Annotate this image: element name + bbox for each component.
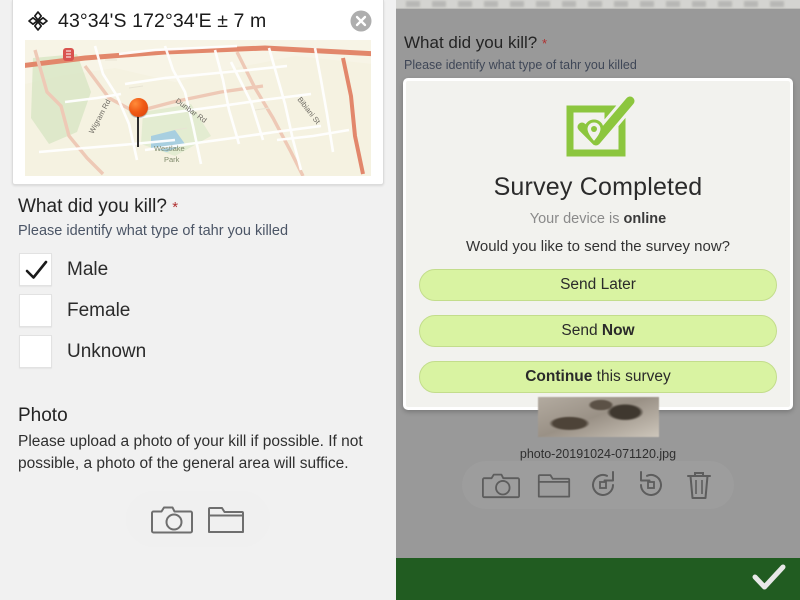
option-female[interactable]: Female [19, 290, 396, 331]
photo-thumbnail[interactable] [537, 397, 659, 437]
checkbox-unknown[interactable] [19, 335, 52, 368]
photo-attachment: photo-20191024-071120.jpg [396, 397, 800, 461]
checkbox-male[interactable] [19, 253, 52, 286]
send-now-label: Send [561, 322, 602, 339]
confirm-bottom-bar [396, 558, 800, 600]
camera-icon[interactable] [151, 503, 193, 535]
photo-section: Photo Please upload a photo of your kill… [0, 405, 396, 547]
send-later-button[interactable]: Send Later [419, 269, 777, 301]
option-unknown[interactable]: Unknown [19, 331, 396, 372]
delete-photo-button[interactable] [684, 469, 714, 501]
cutoff-top-row [396, 0, 800, 9]
checkmark-icon[interactable] [752, 563, 786, 596]
photo-filename: photo-20191024-071120.jpg [519, 447, 677, 461]
continue-survey-button[interactable]: Continue this survey [419, 361, 777, 393]
send-now-button[interactable]: Send Now [419, 315, 777, 347]
dialog-heading: Survey Completed [493, 173, 703, 201]
dialog-actions: Send Later Send Now Continue this survey [406, 269, 790, 393]
close-circle-icon[interactable] [349, 9, 373, 33]
folder-tool-button[interactable] [537, 470, 571, 500]
dimmed-question-title: What did you kill? * [404, 33, 547, 53]
device-status-text: Your device is online [406, 211, 790, 227]
camera-tool-button[interactable] [482, 470, 521, 500]
option-male[interactable]: Male [19, 249, 396, 290]
gps-location-card: 43°34'S 172°34'E ± 7 m Wigram Rd Dunbar … [12, 0, 384, 185]
rotate-left-button[interactable] [587, 469, 619, 501]
option-label: Male [67, 258, 109, 280]
rotate-right-button[interactable] [635, 469, 667, 501]
question-title-text: What did you kill? [18, 196, 167, 217]
dialog-prompt: Would you like to send the survey now? [465, 238, 731, 255]
kill-type-options: Male Female Unknown [0, 249, 396, 372]
dimmed-question-subtitle: Please identify what type of tahr you ki… [404, 58, 637, 72]
photo-section-description: Please upload a photo of your kill if po… [18, 433, 363, 472]
folder-icon[interactable] [207, 503, 245, 535]
send-later-label: Send Later [560, 276, 636, 293]
photo-toolbar [462, 461, 734, 509]
required-marker: * [172, 199, 179, 216]
right-dialog-panel: What did you kill? * Please identify wha… [396, 0, 800, 600]
checked-survey-icon [406, 93, 790, 163]
location-pin-stem [137, 115, 139, 147]
continue-survey-label: this survey [592, 368, 671, 385]
device-status-value: online [623, 211, 667, 227]
checkbox-female[interactable] [19, 294, 52, 327]
option-label: Female [67, 299, 131, 321]
photo-action-pill [126, 491, 270, 547]
continue-survey-emphasis: Continue [525, 368, 593, 385]
question-title: What did you kill? * [0, 196, 396, 218]
app-screenshot: 43°34'S 172°34'E ± 7 m Wigram Rd Dunbar … [0, 0, 800, 600]
map-tiles [25, 40, 371, 176]
device-status-prefix: Your device is [529, 211, 624, 227]
survey-completed-dialog: Survey Completed Your device is online W… [403, 78, 793, 410]
gps-coordinates-text: 43°34'S 172°34'E ± 7 m [58, 9, 267, 32]
dimmed-question-title-text: What did you kill? [404, 33, 538, 52]
question-subtitle: Please identify what type of tahr you ki… [18, 223, 289, 239]
left-form-panel: 43°34'S 172°34'E ± 7 m Wigram Rd Dunbar … [0, 0, 396, 600]
location-pin-marker [129, 98, 148, 117]
cutoff-top-row-content [406, 1, 792, 7]
send-now-emphasis: Now [601, 322, 635, 339]
checkmark-icon [25, 260, 48, 279]
kill-type-question: What did you kill? * Please identify wha… [0, 196, 396, 372]
gps-crosshair-icon [27, 10, 49, 32]
option-label: Unknown [67, 340, 147, 362]
required-marker: * [541, 36, 548, 51]
gps-header: 43°34'S 172°34'E ± 7 m [13, 4, 383, 38]
photo-section-title: Photo [18, 405, 68, 426]
location-map[interactable]: Wigram Rd Dunbar Rd Bibiani St Westlake … [25, 40, 371, 176]
